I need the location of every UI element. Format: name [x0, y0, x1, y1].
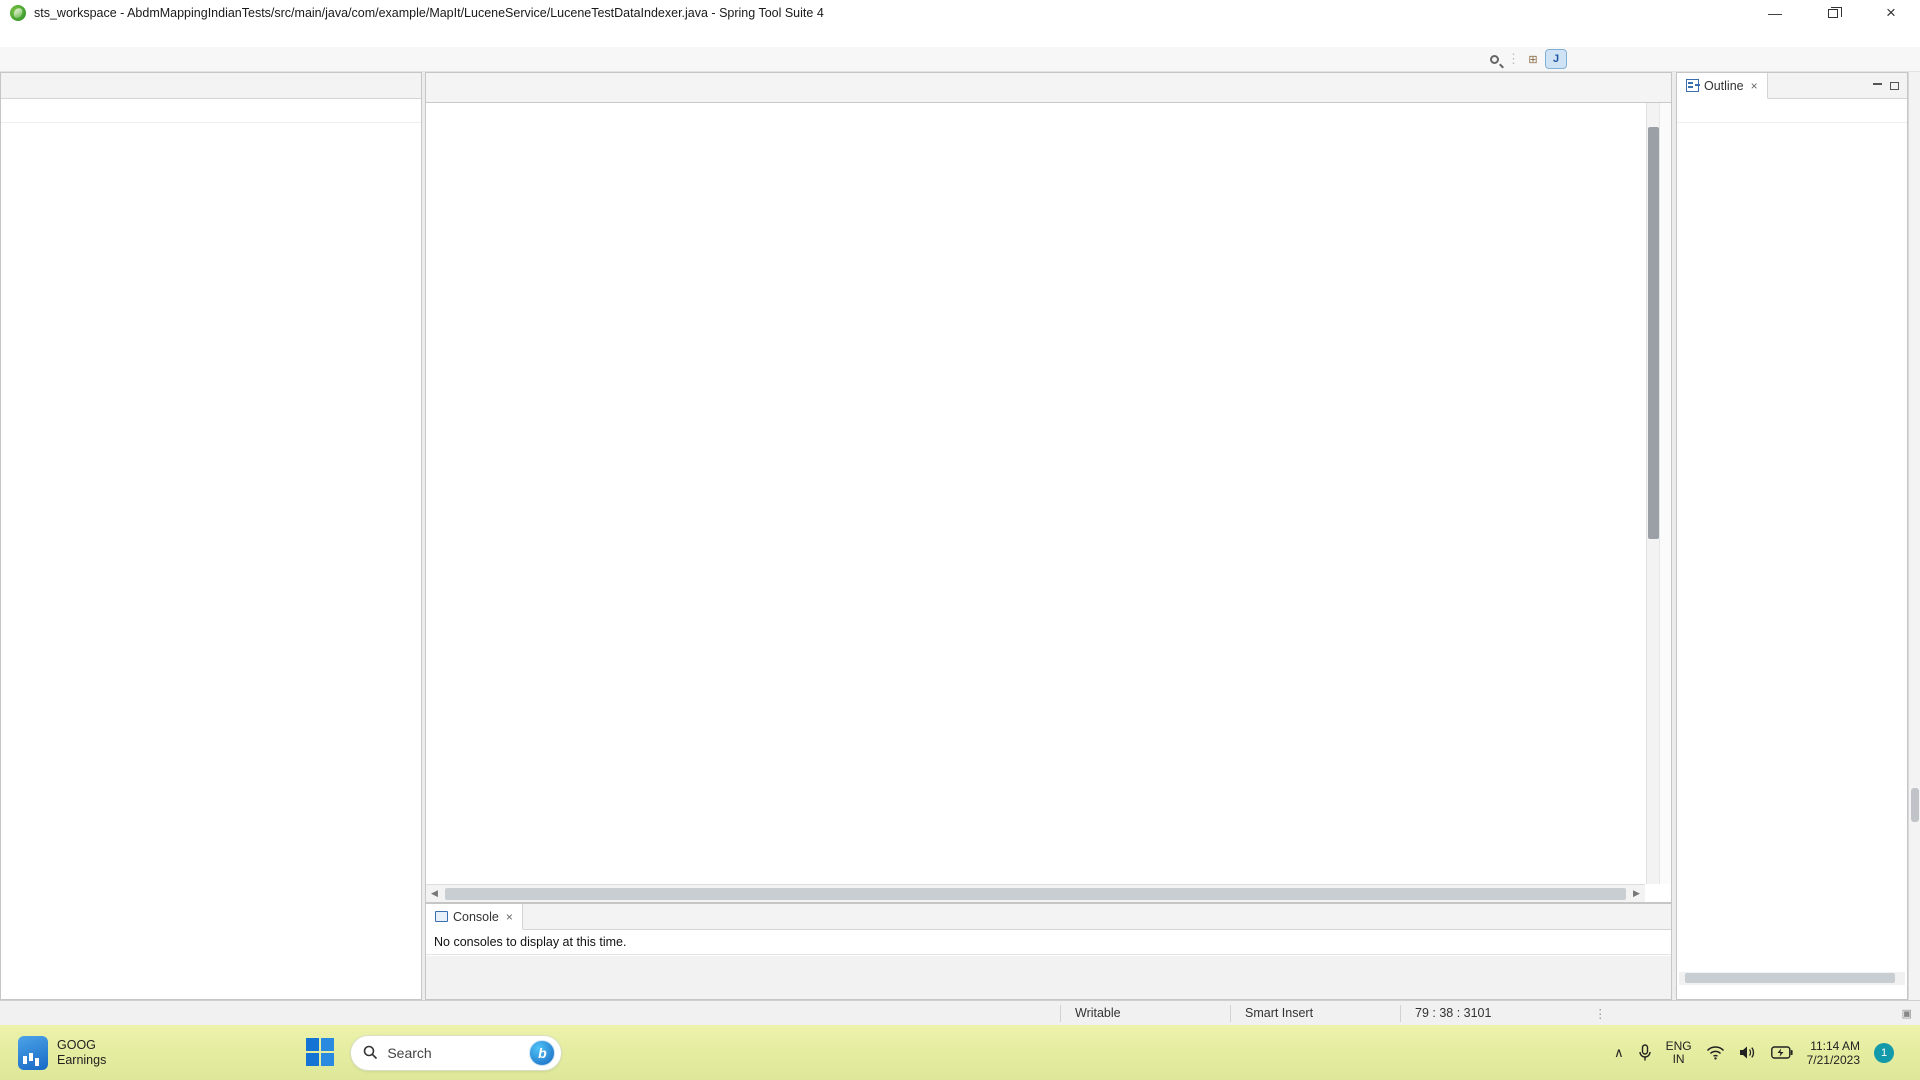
open-perspective-button[interactable]: ⊞	[1523, 50, 1543, 68]
volume-icon[interactable]	[1739, 1045, 1757, 1060]
outline-tab-label: Outline	[1704, 78, 1744, 93]
outline-icon	[1686, 79, 1699, 92]
console-message: No consoles to display at this time.	[426, 930, 1671, 955]
bing-icon[interactable]: b	[529, 1039, 556, 1066]
language-indicator[interactable]: ENG IN	[1666, 1039, 1692, 1066]
package-explorer-view	[0, 72, 422, 1000]
tray-chevron-icon[interactable]: ∧	[1614, 1045, 1624, 1061]
editor-area: ◀ ▶	[425, 72, 1672, 903]
clock[interactable]: 11:14 AM 7/21/2023	[1807, 1039, 1860, 1067]
battery-icon[interactable]	[1770, 1046, 1793, 1059]
search-icon[interactable]	[1490, 54, 1499, 64]
menu-bar	[0, 26, 1920, 47]
status-bar: Writable Smart Insert 79 : 38 : 3101 ⋮ ▣	[0, 1000, 1920, 1025]
console-empty-area	[426, 956, 1671, 999]
wifi-icon[interactable]	[1706, 1045, 1725, 1060]
widget-ticker: GOOG	[57, 1037, 96, 1052]
editor-vertical-scrollbar[interactable]	[1646, 103, 1659, 884]
minimize-outline-button[interactable]	[1873, 82, 1882, 85]
weather-widget[interactable]: GOOG Earnings	[18, 1035, 107, 1070]
notification-badge[interactable]: 1	[1874, 1042, 1894, 1063]
console-view: Console × No consoles to display at this…	[425, 903, 1672, 1000]
console-icon	[435, 911, 448, 922]
status-writable: Writable	[1060, 1004, 1230, 1022]
code-editor[interactable]	[426, 103, 1645, 884]
status-caret-position: 79 : 38 : 3101	[1400, 1004, 1570, 1022]
search-placeholder: Search	[387, 1044, 432, 1061]
title-bar: sts_workspace - AbdmMappingIndianTests/s…	[0, 0, 1920, 26]
widget-subtitle: Earnings	[57, 1052, 107, 1067]
editor-horizontal-scrollbar[interactable]: ◀ ▶	[426, 884, 1645, 902]
close-console-icon[interactable]: ×	[506, 910, 513, 924]
restore-window-button[interactable]	[1804, 0, 1862, 26]
stock-widget-icon	[18, 1035, 48, 1070]
outline-view: Outline ×	[1676, 72, 1908, 1000]
microphone-icon[interactable]	[1638, 1043, 1652, 1062]
outline-horizontal-scrollbar[interactable]	[1679, 972, 1905, 985]
close-window-button[interactable]: ×	[1862, 0, 1920, 26]
window-title: sts_workspace - AbdmMappingIndianTests/s…	[34, 6, 824, 20]
java-perspective-button[interactable]: J	[1545, 49, 1567, 69]
outline-tree[interactable]	[1677, 123, 1907, 127]
right-scrollbar-thumb[interactable]	[1911, 788, 1919, 822]
status-tray-icon[interactable]: ▣	[1902, 1007, 1912, 1020]
editor-overview-ruler[interactable]	[1659, 103, 1671, 884]
tab-outline[interactable]: Outline ×	[1677, 73, 1768, 99]
main-toolbar: ⋮ ⊞ J	[0, 47, 1920, 72]
status-insert-mode: Smart Insert	[1230, 1004, 1400, 1022]
status-more-icon[interactable]: ⋮	[1594, 1006, 1608, 1021]
close-outline-icon[interactable]: ×	[1751, 79, 1758, 93]
console-tab-label: Console	[453, 909, 499, 924]
scroll-right-icon[interactable]: ▶	[1628, 888, 1645, 899]
windows-taskbar: GOOG Earnings Search b ∧ ENG IN 11:14 AM…	[0, 1025, 1920, 1080]
package-explorer-tree[interactable]	[1, 123, 421, 128]
start-button[interactable]	[306, 1037, 336, 1068]
taskbar-search[interactable]: Search b	[350, 1034, 563, 1071]
scroll-left-icon[interactable]: ◀	[426, 888, 443, 899]
maximize-outline-button[interactable]	[1890, 81, 1899, 90]
sts-logo-icon	[10, 5, 26, 21]
minimize-window-button[interactable]: —	[1746, 0, 1804, 26]
tab-console[interactable]: Console ×	[426, 904, 523, 930]
search-icon	[364, 1045, 378, 1060]
right-trim-strip	[1908, 72, 1920, 1000]
